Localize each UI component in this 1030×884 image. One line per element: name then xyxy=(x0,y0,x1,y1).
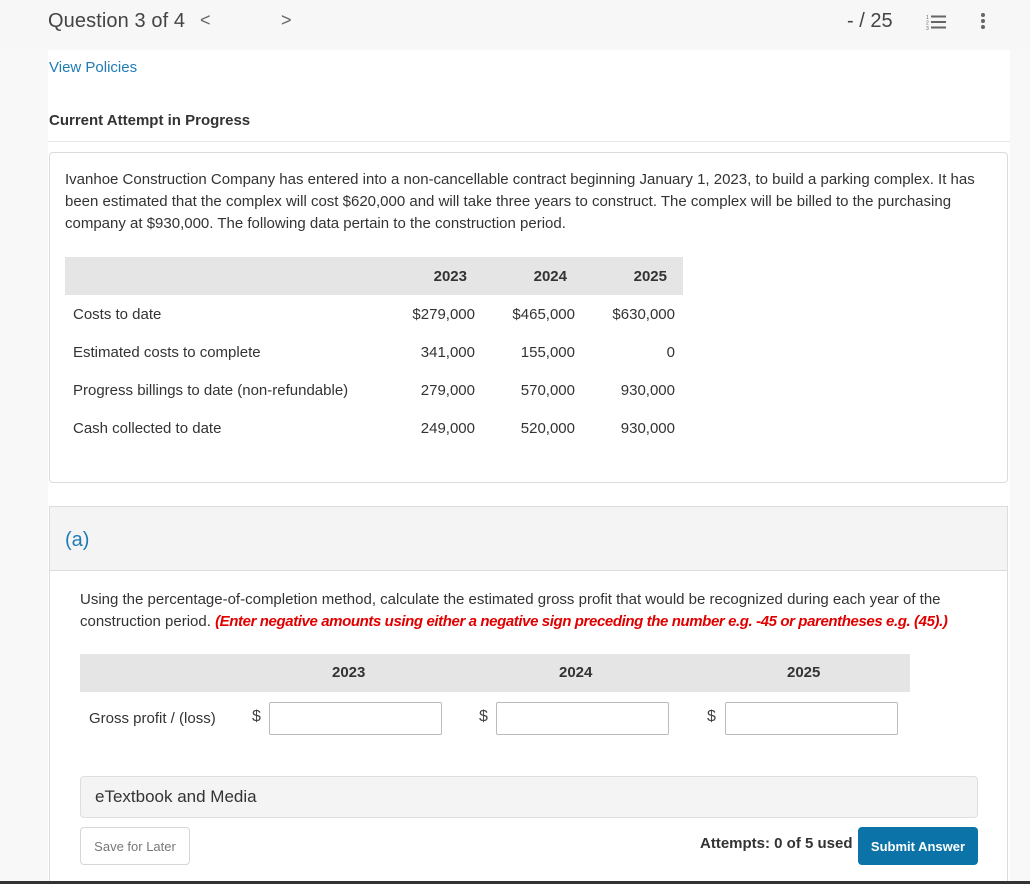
answer-column-2023: 2023 xyxy=(332,664,366,681)
cell-value: 249,000 xyxy=(420,419,475,437)
etextbook-media-toggle[interactable]: eTextbook and Media xyxy=(80,776,978,818)
score-display: - / 25 xyxy=(847,10,893,32)
question-counter: Question 3 of 4 xyxy=(48,10,186,32)
cell-value: 930,000 xyxy=(620,381,675,399)
previous-question-button[interactable]: < xyxy=(200,10,211,31)
table-row: Costs to date $279,000 $465,000 $630,000 xyxy=(65,295,683,333)
cell-value: 0 xyxy=(666,343,675,361)
table-header-blank xyxy=(65,257,382,295)
row-label: Cash collected to date xyxy=(73,419,222,437)
table-row: Estimated costs to complete 341,000 155,… xyxy=(65,333,683,371)
table-header-row: 2023 2024 2025 xyxy=(65,257,683,295)
etextbook-label: eTextbook and Media xyxy=(95,787,257,806)
currency-symbol: $ xyxy=(707,708,716,725)
divider xyxy=(48,141,1010,142)
part-label: (a) xyxy=(65,529,90,551)
cell-value: 930,000 xyxy=(620,419,675,437)
cell-value: $279,000 xyxy=(412,305,475,323)
cell-value: 341,000 xyxy=(420,343,475,361)
question-text: Ivanhoe Construction Company has entered… xyxy=(65,171,975,232)
table-header-2023: 2023 xyxy=(382,257,483,295)
table-row: Cash collected to date 249,000 520,000 9… xyxy=(65,409,683,447)
answer-table-header: 2023 2024 2025 xyxy=(80,654,910,692)
save-for-later-button[interactable]: Save for Later xyxy=(80,827,190,865)
next-question-button[interactable]: > xyxy=(281,10,292,31)
view-policies-link[interactable]: View Policies xyxy=(49,59,137,76)
currency-symbol: $ xyxy=(479,708,488,725)
gross-profit-2023-input[interactable] xyxy=(269,702,442,735)
answer-column-2024: 2024 xyxy=(559,664,593,681)
cell-value: 155,000 xyxy=(520,343,575,361)
question-box: Ivanhoe Construction Company has entered… xyxy=(49,152,1008,483)
table-row: Progress billings to date (non-refundabl… xyxy=(65,371,683,409)
gross-profit-2025-input[interactable] xyxy=(725,702,898,735)
part-a-instructions: Using the percentage-of-completion metho… xyxy=(80,589,980,633)
svg-text:3: 3 xyxy=(926,26,929,30)
row-label: Estimated costs to complete xyxy=(73,343,261,361)
part-a-header: (a) xyxy=(50,507,1007,571)
attempts-counter: Attempts: 0 of 5 used xyxy=(700,835,853,852)
currency-symbol: $ xyxy=(252,708,261,725)
gross-profit-2024-input[interactable] xyxy=(496,702,669,735)
row-label: Costs to date xyxy=(73,305,162,323)
main-content: View Policies Current Attempt in Progres… xyxy=(48,50,1010,884)
numbered-list-icon[interactable]: 1 2 3 xyxy=(926,14,946,30)
chevron-left-icon: < xyxy=(200,10,211,30)
negative-amount-warning: (Enter negative amounts using either a n… xyxy=(215,613,948,630)
table-header-2025: 2025 xyxy=(583,257,683,295)
chevron-right-icon: > xyxy=(281,10,292,30)
part-a-section: (a) Using the percentage-of-completion m… xyxy=(49,506,1008,883)
cell-value: $630,000 xyxy=(612,305,675,323)
cell-value: $465,000 xyxy=(512,305,575,323)
construction-data-table: 2023 2024 2025 Costs to date $279,000 $4… xyxy=(65,257,683,447)
cell-value: 570,000 xyxy=(520,381,575,399)
cell-value: 520,000 xyxy=(520,419,575,437)
attempt-status-heading: Current Attempt in Progress xyxy=(49,112,251,129)
gross-profit-label: Gross profit / (loss) xyxy=(89,710,216,727)
question-header: Question 3 of 4 < > - / 25 1 2 3 xyxy=(0,0,1030,50)
cell-value: 279,000 xyxy=(420,381,475,399)
table-header-2024: 2024 xyxy=(483,257,583,295)
row-label: Progress billings to date (non-refundabl… xyxy=(73,381,349,399)
submit-answer-button[interactable]: Submit Answer xyxy=(858,827,978,865)
answer-column-2025: 2025 xyxy=(787,664,821,681)
more-vertical-icon[interactable] xyxy=(978,12,988,32)
